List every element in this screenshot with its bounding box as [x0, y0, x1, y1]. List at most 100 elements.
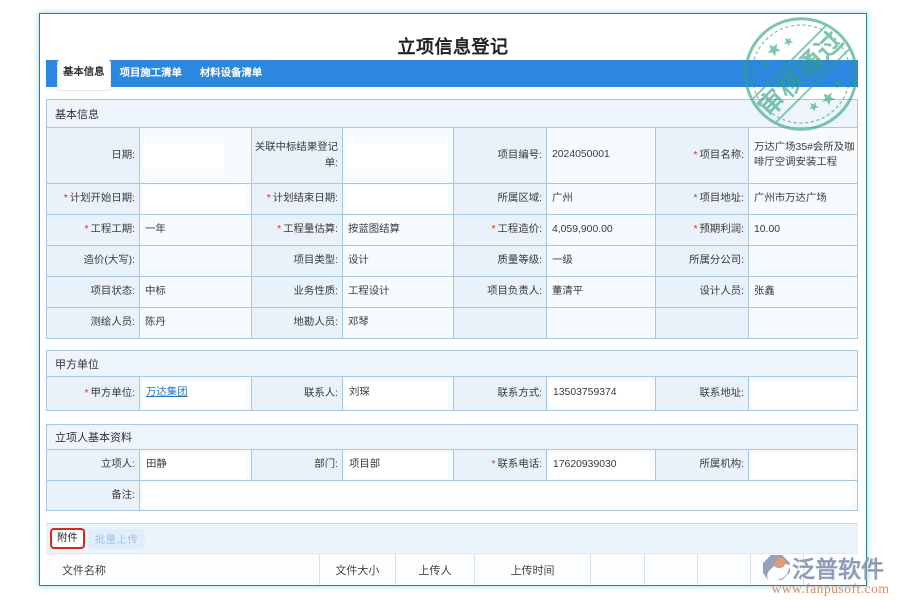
batch-upload-button[interactable]: 批量上传: [88, 529, 146, 549]
field-input-party-a[interactable]: 万达集团: [142, 381, 246, 407]
field-label-branch-company: 所属分公司:: [656, 246, 749, 277]
attach-button[interactable]: 附件: [50, 528, 85, 549]
field-label-plan-start-date: *计划开始日期:: [47, 184, 140, 215]
field-value-designer: 张鑫: [749, 277, 858, 308]
field-label-organization: 所属机构:: [656, 450, 749, 481]
field-value-text: 工程设计: [348, 286, 390, 297]
page: 立项信息登记 基本信息 项目施工清单 材料设备清单 基本信息日期:关联中标结果登…: [0, 0, 900, 600]
field-input-date[interactable]: [142, 143, 224, 169]
field-value-quality-grade: 一级: [547, 246, 656, 277]
field-input-plan-end-date[interactable]: [345, 186, 448, 212]
field-value-project-cost: 4,059,900.00: [547, 215, 656, 246]
field-value-text: 万达广场35#会所及咖啡厅空调安装工程: [754, 142, 854, 168]
field-label-text: 工程量估算:: [283, 224, 338, 235]
field-label-date: 日期:: [47, 128, 140, 184]
field-value-project-name: 万达广场35#会所及咖啡厅空调安装工程: [749, 128, 858, 184]
field-value-text: 陈丹: [145, 317, 166, 328]
field-value-text: 田静: [146, 458, 167, 473]
field-label-text: 计划结束日期:: [273, 193, 338, 204]
field-input-applicant-phone[interactable]: 17620939030: [549, 452, 650, 478]
field-value-surveyor: 陈丹: [140, 308, 252, 339]
required-asterisk: *: [64, 193, 68, 204]
registration-window: 立项信息登记 基本信息 项目施工清单 材料设备清单 基本信息日期:关联中标结果登…: [39, 13, 867, 586]
field-input-related-bid-result[interactable]: [345, 143, 448, 169]
field-value-text: 10.00: [754, 224, 780, 235]
field-label-applicant: 立项人:: [47, 450, 140, 481]
required-asterisk: *: [694, 224, 698, 235]
required-asterisk: *: [492, 224, 496, 235]
file-col-header-0: 文件名称: [46, 554, 319, 585]
field-value-remark: [140, 481, 858, 511]
tab-construction-list[interactable]: 项目施工清单: [111, 60, 191, 87]
tab-material-equipment-list[interactable]: 材料设备清单: [191, 60, 271, 87]
field-value-text: 项目部: [349, 458, 380, 473]
field-value-project-status: 中标: [140, 277, 252, 308]
vendor-logo-text: 泛普软件: [792, 550, 884, 584]
field-value-project-type: 设计: [343, 246, 454, 277]
field-value-region: 广州: [547, 184, 656, 215]
required-asterisk: *: [267, 193, 271, 204]
required-asterisk: *: [277, 224, 281, 235]
field-value-applicant-phone: 17620939030: [547, 450, 656, 481]
field-input-organization[interactable]: [751, 452, 852, 478]
field-value-text: 4,059,900.00: [552, 224, 613, 235]
field-value-date: [140, 128, 252, 184]
link-party-a[interactable]: 万达集团: [146, 386, 188, 401]
field-label-text: 联系人:: [304, 388, 338, 399]
field-input-applicant[interactable]: 田静: [142, 452, 246, 478]
basic-info-panel: 基本信息日期:关联中标结果登记单:项目编号:2024050001*项目名称:万达…: [46, 99, 858, 339]
field-value-contact-person: 刘琛: [343, 377, 454, 411]
field-label-project-address: *项目地址:: [656, 184, 749, 215]
field-label-surveyor: 测绘人员:: [47, 308, 140, 339]
field-label-text: 工程工期:: [91, 224, 135, 235]
field-label-text: 测绘人员:: [91, 317, 135, 328]
field-value-text: 刘琛: [349, 386, 370, 401]
field-value-department: 项目部: [343, 450, 454, 481]
field-value-plan-end-date: [343, 184, 454, 215]
field-input-remark[interactable]: [142, 483, 852, 509]
field-label-text: 备注:: [111, 490, 135, 501]
field-value-branch-company: [749, 246, 858, 277]
field-label-text: 预期利润:: [700, 224, 744, 235]
field-value-text: 13503759374: [553, 386, 617, 401]
field-value-text: 邓琴: [348, 317, 369, 328]
field-label-text: 项目名称:: [700, 150, 744, 161]
field-label-empty-1: [454, 308, 547, 339]
field-input-plan-start-date[interactable]: [142, 186, 246, 212]
field-value-contact-address: [749, 377, 858, 411]
field-label-party-a: *甲方单位:: [47, 377, 140, 411]
field-value-related-bid-result: [343, 128, 454, 184]
field-label-project-manager: 项目负责人:: [454, 277, 547, 308]
tab-basic-info[interactable]: 基本信息: [57, 60, 111, 91]
field-value-cost-in-words: [140, 246, 252, 277]
field-label-text: 计划开始日期:: [70, 193, 135, 204]
field-label-text: 项目类型:: [294, 255, 338, 266]
field-label-project-name: *项目名称:: [656, 128, 749, 184]
field-value-text: 2024050001: [552, 149, 610, 160]
file-col-header-empty-4: [591, 554, 645, 585]
attachment-toolbar: 附件 批量上传: [46, 524, 858, 554]
field-label-cost-in-words: 造价(大写):: [47, 246, 140, 277]
field-label-text: 项目状态:: [91, 286, 135, 297]
field-label-empty-2: [656, 308, 749, 339]
field-label-text: 造价(大写):: [84, 255, 135, 266]
field-label-related-bid-result: 关联中标结果登记单:: [252, 128, 343, 184]
field-label-project-status: 项目状态:: [47, 277, 140, 308]
field-input-contact-phone[interactable]: 13503759374: [549, 381, 650, 407]
field-label-quantity-estimate: *工程量估算:: [252, 215, 343, 246]
field-value-text: 张鑫: [754, 286, 775, 297]
required-asterisk: *: [694, 193, 698, 204]
vendor-logo-icon: [763, 555, 790, 580]
field-label-text: 地勘人员:: [294, 317, 338, 328]
field-label-text: 联系方式:: [498, 388, 542, 399]
file-col-header-1: 文件大小: [319, 554, 395, 585]
field-label-text: 业务性质:: [294, 286, 338, 297]
field-input-contact-person[interactable]: 刘琛: [345, 381, 448, 407]
field-value-text: 一年: [145, 224, 166, 235]
field-label-contact-phone: 联系方式:: [454, 377, 547, 411]
field-label-contact-address: 联系地址:: [656, 377, 749, 411]
field-value-text: 广州: [552, 193, 573, 204]
field-input-contact-address[interactable]: [751, 381, 852, 407]
field-input-department[interactable]: 项目部: [345, 452, 448, 478]
field-label-region: 所属区域:: [454, 184, 547, 215]
